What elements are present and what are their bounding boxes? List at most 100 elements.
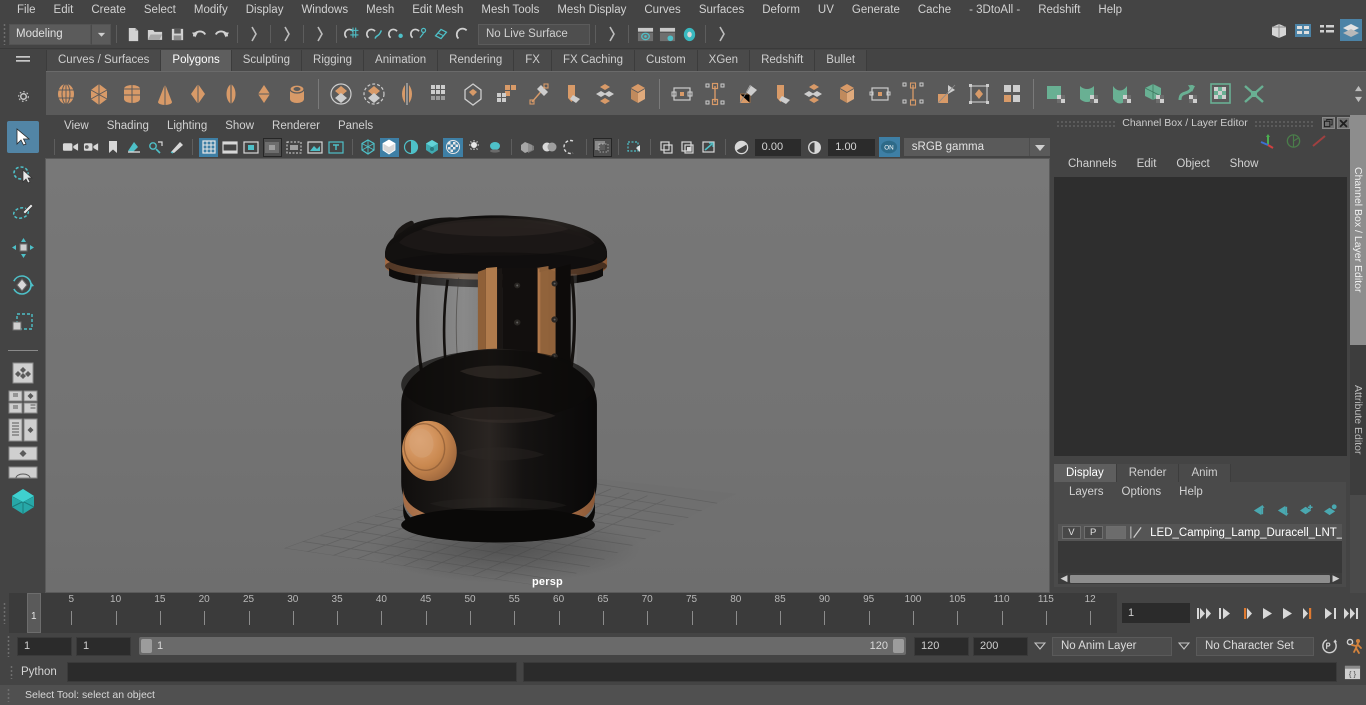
shelf-tab-custom[interactable]: Custom (635, 50, 698, 71)
uv-unfold-icon[interactable] (1171, 76, 1204, 112)
undo-icon[interactable] (188, 23, 210, 45)
color-space-chevron-down-icon[interactable] (1028, 138, 1051, 156)
viewport-menu-renderer[interactable]: Renderer (263, 120, 329, 132)
menu-item-modify[interactable]: Modify (185, 0, 237, 20)
layer-menu-help[interactable]: Help (1170, 486, 1212, 498)
menu-item-3dtoall[interactable]: - 3DtoAll - (960, 0, 1029, 20)
textured-icon[interactable] (422, 138, 441, 157)
menu-item-help[interactable]: Help (1089, 0, 1131, 20)
layer-visibility-toggle[interactable]: V (1062, 526, 1081, 539)
step-back-frame-icon[interactable] (1237, 603, 1255, 623)
edit-insert-loop-icon[interactable] (698, 76, 731, 112)
multisample-icon[interactable] (539, 138, 558, 157)
poly-sphere-icon[interactable] (49, 76, 82, 112)
exposure-icon[interactable] (731, 138, 750, 157)
snap-to-curve-icon[interactable] (364, 23, 386, 45)
poly-disc-icon[interactable] (247, 76, 280, 112)
menu-item-mesh-tools[interactable]: Mesh Tools (472, 0, 548, 20)
step-back-keyframe-icon[interactable] (1216, 603, 1234, 623)
menu-item-generate[interactable]: Generate (843, 0, 909, 20)
image-plane-icon[interactable] (125, 138, 144, 157)
shelf-tab-fx[interactable]: FX (514, 50, 552, 71)
range-slider[interactable]: 1 120 (139, 637, 906, 655)
viewport-menu-panels[interactable]: Panels (329, 120, 382, 132)
poly-cube-icon[interactable] (82, 76, 115, 112)
new-layer-from-selected-icon[interactable] (1323, 504, 1338, 520)
viewport-menu-view[interactable]: View (55, 120, 98, 132)
poly-cylinder-icon[interactable] (115, 76, 148, 112)
channel-box-icon[interactable] (1316, 19, 1338, 41)
shadows-icon[interactable] (465, 138, 484, 157)
viewport-menu-show[interactable]: Show (216, 120, 263, 132)
xray-active-components-icon[interactable] (657, 138, 676, 157)
edit-edge-flow-icon[interactable] (665, 76, 698, 112)
uv-spherical-icon[interactable] (1105, 76, 1138, 112)
layer-hscroll-thumb[interactable] (1070, 574, 1330, 583)
range-end-field[interactable]: 120 (914, 636, 969, 656)
manipulator-axis-icon[interactable] (1259, 133, 1277, 152)
grab-viewport-icon[interactable] (699, 138, 718, 157)
go-to-start-icon[interactable] (1195, 603, 1213, 623)
channel-menu-edit[interactable]: Edit (1127, 158, 1167, 170)
bookmark-icon[interactable] (103, 138, 122, 157)
select-by-hierarchy-icon[interactable] (243, 23, 265, 45)
shelf-tab-curves-surfaces[interactable]: Curves / Surfaces (46, 50, 162, 71)
uv-planar-icon[interactable] (1039, 76, 1072, 112)
snap-to-projected-center-icon[interactable] (408, 23, 430, 45)
dock-gripper-right[interactable] (1253, 119, 1314, 127)
open-scene-icon[interactable] (144, 23, 166, 45)
go-to-end-icon[interactable] (1342, 603, 1360, 623)
color-space-field[interactable]: sRGB gamma (903, 138, 1029, 156)
poly-crease-icon[interactable] (929, 76, 962, 112)
range-slider-gripper[interactable] (4, 633, 13, 659)
menu-item-edit[interactable]: Edit (45, 0, 83, 20)
channel-menu-show[interactable]: Show (1220, 158, 1269, 170)
shelf-options-gear-icon[interactable] (17, 90, 30, 106)
menu-set-chevron-down-icon[interactable] (91, 23, 111, 45)
move-layer-down-icon[interactable] (1275, 504, 1290, 520)
side-tab-attribute-editor[interactable]: Attribute Editor (1350, 345, 1366, 495)
menu-item-uv[interactable]: UV (809, 0, 843, 20)
gamma-field[interactable]: 1.00 (828, 138, 875, 156)
step-forward-frame-icon[interactable] (1300, 603, 1318, 623)
layer-editor-icon[interactable] (1340, 19, 1362, 41)
channel-menu-channels[interactable]: Channels (1058, 158, 1127, 170)
3d-viewport[interactable]: persp (45, 158, 1050, 593)
anim-layer-field[interactable]: No Anim Layer (1052, 636, 1172, 656)
help-line-gripper[interactable] (7, 688, 10, 702)
render-settings-icon[interactable] (678, 23, 700, 45)
layer-hscroll-right-arrow[interactable]: ▶ (1330, 573, 1342, 584)
uv-editor-icon[interactable] (1204, 76, 1237, 112)
step-forward-keyframe-icon[interactable] (1321, 603, 1339, 623)
menu-item-select[interactable]: Select (135, 0, 185, 20)
poly-smooth-icon[interactable] (423, 76, 456, 112)
poly-bevel-icon[interactable] (456, 76, 489, 112)
live-surface-field[interactable]: No Live Surface (478, 23, 590, 45)
play-forwards-icon[interactable] (1279, 603, 1297, 623)
move-tool-button[interactable] (7, 232, 39, 264)
current-time-indicator[interactable]: 1 (27, 593, 41, 633)
menu-item-mesh-display[interactable]: Mesh Display (548, 0, 635, 20)
camera-attributes-icon[interactable] (82, 138, 101, 157)
gate-mask-icon[interactable] (262, 137, 283, 157)
uv-cut-sew-icon[interactable] (1237, 76, 1270, 112)
range-start-field[interactable]: 1 (76, 636, 131, 656)
layer-tab-render[interactable]: Render (1116, 464, 1180, 482)
rotate-tool-button[interactable] (7, 269, 39, 301)
select-by-component-icon[interactable] (309, 23, 331, 45)
menu-item-curves[interactable]: Curves (635, 0, 689, 20)
menu-item-edit-mesh[interactable]: Edit Mesh (403, 0, 472, 20)
channel-menu-object[interactable]: Object (1166, 158, 1219, 170)
poly-append-icon[interactable] (555, 76, 588, 112)
hypergraph-layout-button[interactable] (6, 466, 40, 479)
shelf-scroll-arrows[interactable] (1350, 85, 1366, 103)
layer-list[interactable]: V P LED_Camping_Lamp_Duracell_LNT_10 ◀ ▶ (1058, 524, 1342, 584)
red-slash-icon[interactable] (1310, 133, 1328, 152)
render-view-icon[interactable] (634, 23, 656, 45)
gamma-icon[interactable] (805, 138, 824, 157)
menu-item-deform[interactable]: Deform (753, 0, 809, 20)
save-scene-icon[interactable] (166, 23, 188, 45)
viewport-menu-shading[interactable]: Shading (98, 120, 158, 132)
smooth-shade-icon[interactable] (379, 137, 399, 157)
ambient-occlusion-icon[interactable] (486, 138, 505, 157)
